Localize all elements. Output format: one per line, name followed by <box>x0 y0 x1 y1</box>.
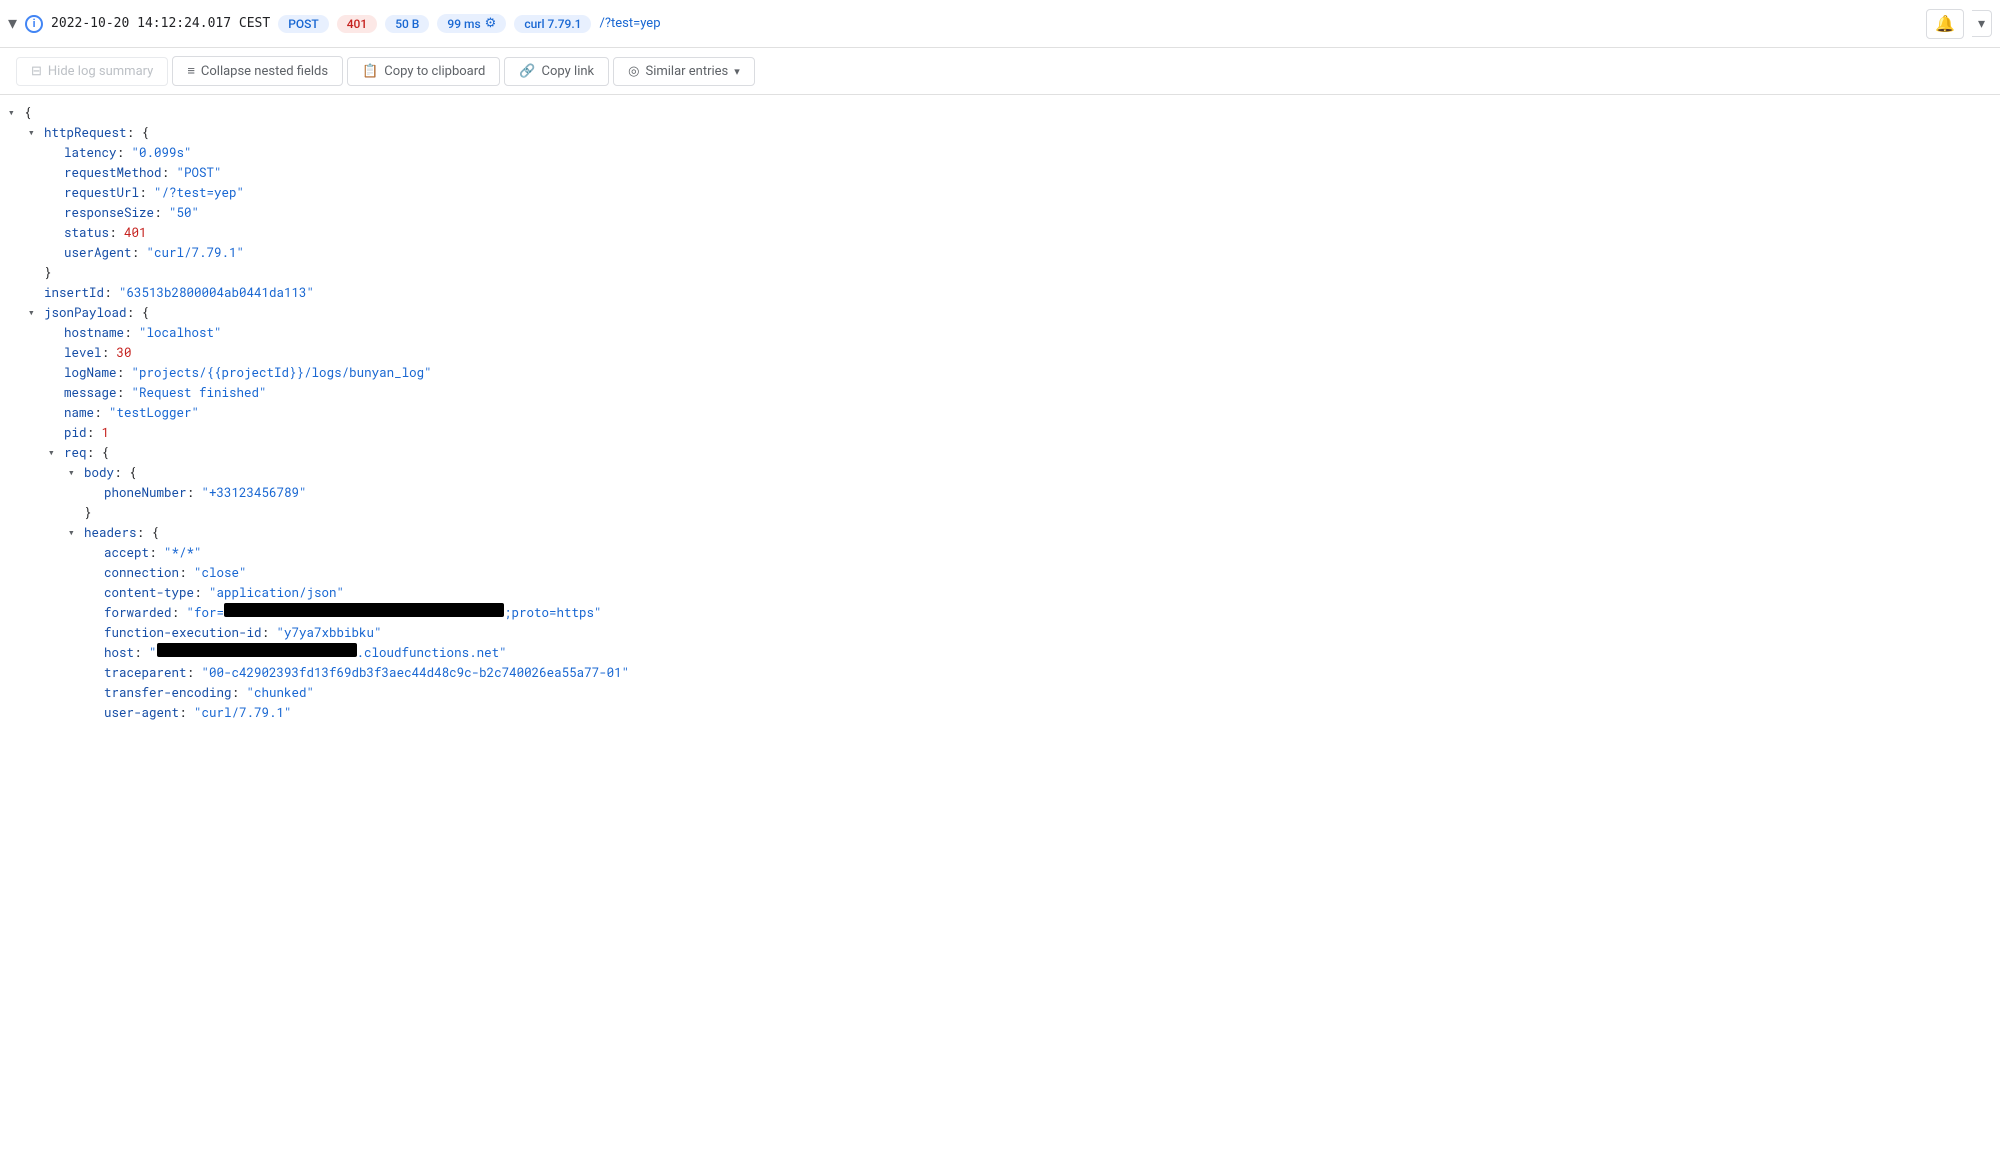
toggle-headers[interactable]: ▾ <box>68 523 82 541</box>
copy-link-button[interactable]: 🔗 Copy link <box>504 57 609 86</box>
copy-clipboard-button[interactable]: 📋 Copy to clipboard <box>347 57 500 86</box>
curl-badge: curl 7.79.1 <box>514 15 591 33</box>
collapse-nested-button[interactable]: ≡ Collapse nested fields <box>172 56 343 86</box>
collapse-icon: ≡ <box>187 63 195 79</box>
list-item: message: "Request finished" <box>0 383 2000 403</box>
chevron-down-icon[interactable]: ▾ <box>8 13 17 34</box>
similar-entries-button[interactable]: ◎ Similar entries ▾ <box>613 57 755 86</box>
url-badge: /?test=yep <box>599 16 660 31</box>
toggle-jsonpayload[interactable]: ▾ <box>28 303 42 321</box>
list-item: } <box>0 263 2000 283</box>
toggle-httprequest[interactable]: ▾ <box>28 123 42 141</box>
list-item: userAgent: "curl/7.79.1" <box>0 243 2000 263</box>
list-item: ▾ body: { <box>0 463 2000 483</box>
link-icon: 🔗 <box>519 64 535 79</box>
list-item: pid: 1 <box>0 423 2000 443</box>
list-item: requestUrl: "/?test=yep" <box>0 183 2000 203</box>
toggle-req[interactable]: ▾ <box>48 443 62 461</box>
top-bar: ▾ i 2022-10-20 14:12:24.017 CEST POST 40… <box>0 0 2000 48</box>
list-item: connection: "close" <box>0 563 2000 583</box>
similar-icon: ◎ <box>628 64 639 79</box>
list-item: forwarded: "for=;proto=https" <box>0 603 2000 623</box>
list-item: phoneNumber: "+33123456789" <box>0 483 2000 503</box>
info-icon: i <box>25 15 43 33</box>
list-item: requestMethod: "POST" <box>0 163 2000 183</box>
list-item: } <box>0 503 2000 523</box>
hide-summary-icon: ⊟ <box>31 64 42 79</box>
redacted-forwarded <box>224 603 504 617</box>
list-item: content-type: "application/json" <box>0 583 2000 603</box>
list-item: insertId: "63513b2800004ab0441da113" <box>0 283 2000 303</box>
list-item: transfer-encoding: "chunked" <box>0 683 2000 703</box>
toolbar: ⊟ Hide log summary ≡ Collapse nested fie… <box>0 48 2000 95</box>
redacted-host <box>157 643 357 657</box>
filter-icon: ⚙ <box>485 16 497 31</box>
toggle-root[interactable]: ▾ <box>8 103 22 121</box>
list-item: logName: "projects/{{projectId}}/logs/bu… <box>0 363 2000 383</box>
expand-button[interactable]: ▾ <box>1972 10 1992 37</box>
size-badge: 50 B <box>385 15 429 33</box>
clipboard-icon: 📋 <box>362 64 378 79</box>
list-item: host: ".cloudfunctions.net" <box>0 643 2000 663</box>
list-item: ▾ { <box>0 103 2000 123</box>
toggle-body[interactable]: ▾ <box>68 463 82 481</box>
status-badge: 401 <box>337 15 377 33</box>
hide-summary-button[interactable]: ⊟ Hide log summary <box>16 57 168 86</box>
pin-button[interactable]: 🔔 <box>1926 9 1964 39</box>
list-item: ▾ req: { <box>0 443 2000 463</box>
list-item: traceparent: "00-c42902393fd13f69db3f3ae… <box>0 663 2000 683</box>
log-content: ▾ { ▾ httpRequest: { latency: "0.099s" r… <box>0 95 2000 731</box>
list-item: ▾ headers: { <box>0 523 2000 543</box>
list-item: ▾ httpRequest: { <box>0 123 2000 143</box>
method-badge: POST <box>278 15 329 33</box>
time-badge: 99 ms ⚙ <box>437 14 506 33</box>
list-item: latency: "0.099s" <box>0 143 2000 163</box>
timestamp: 2022-10-20 14:12:24.017 CEST <box>51 16 270 31</box>
list-item: function-execution-id: "y7ya7xbbibku" <box>0 623 2000 643</box>
list-item: hostname: "localhost" <box>0 323 2000 343</box>
list-item: level: 30 <box>0 343 2000 363</box>
list-item: name: "testLogger" <box>0 403 2000 423</box>
list-item: user-agent: "curl/7.79.1" <box>0 703 2000 723</box>
list-item: responseSize: "50" <box>0 203 2000 223</box>
chevron-down-icon: ▾ <box>734 65 740 78</box>
list-item: accept: "*/*" <box>0 543 2000 563</box>
list-item: status: 401 <box>0 223 2000 243</box>
list-item: ▾ jsonPayload: { <box>0 303 2000 323</box>
